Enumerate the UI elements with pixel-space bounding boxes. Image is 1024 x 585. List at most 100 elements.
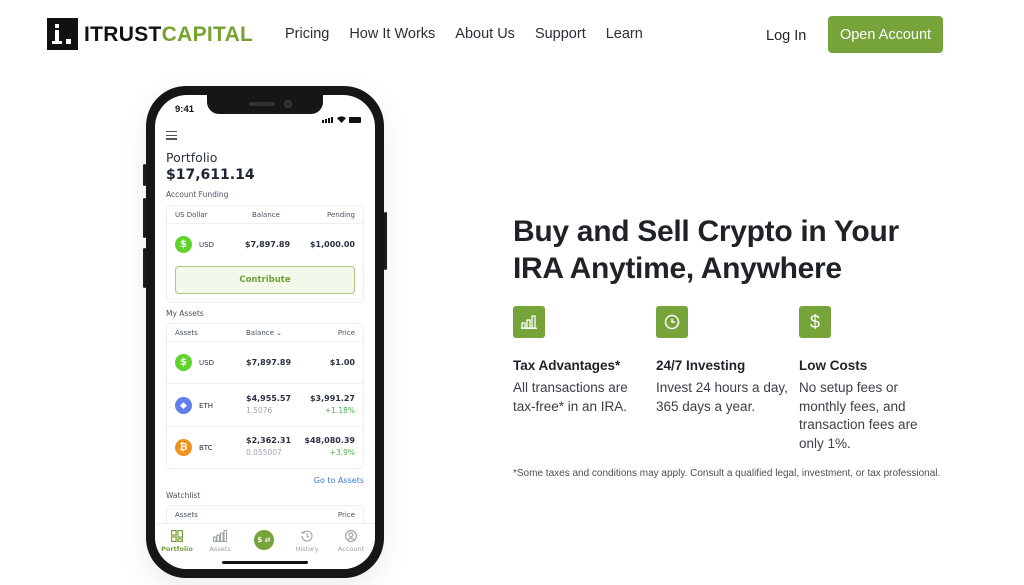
tab-label: Portfolio: [161, 545, 193, 553]
watchlist-label: Watchlist: [166, 491, 201, 500]
logo-mark-icon: [47, 18, 78, 50]
phone-mute-button: [143, 164, 146, 186]
header-us-dollar: US Dollar: [175, 211, 208, 219]
home-indicator: [222, 561, 308, 564]
funding-pending: $1,000.00: [309, 240, 355, 249]
header-price: Price: [337, 329, 355, 337]
asset-amount: 1.5076: [246, 406, 273, 415]
tab-history[interactable]: History: [287, 530, 327, 553]
hamburger-menu-icon[interactable]: [166, 131, 177, 142]
feature-tax-advantages: Tax Advantages* All transactions are tax…: [513, 306, 648, 416]
feature-desc: No setup fees or monthly fees, and trans…: [799, 380, 918, 451]
phone-mockup: 9:41 Portfolio $17,611.14 Account Fundin…: [143, 86, 387, 578]
tab-label: History: [295, 545, 319, 553]
feature-desc: Invest 24 hours a day, 365 days a year.: [656, 380, 788, 414]
header-balance-sort[interactable]: Balance ⌄: [246, 329, 282, 337]
site-header: ITRUSTCAPITAL Pricing How It Works About…: [0, 0, 1024, 70]
dollar-icon: $: [809, 312, 820, 332]
asset-price: $3,991.27: [309, 394, 355, 403]
coin-symbol: USD: [199, 241, 214, 249]
header-balance: Balance: [252, 211, 280, 219]
grid-icon: [171, 530, 183, 542]
usd-coin-icon: $: [175, 354, 192, 371]
tab-assets[interactable]: Assets: [200, 530, 240, 553]
asset-change: +3.9%: [329, 448, 355, 457]
status-icons: [322, 105, 361, 123]
account-funding-label: Account Funding: [166, 190, 229, 199]
feature-title: Tax Advantages*: [513, 358, 621, 373]
asset-price: $48,080.39: [304, 436, 355, 445]
signal-icon: [322, 105, 334, 123]
header-assets: Assets: [175, 511, 198, 519]
funding-table-header: US Dollar Balance Pending: [167, 206, 363, 224]
usd-coin-icon: $: [175, 236, 192, 253]
asset-row-eth[interactable]: ◆ ETH $4,955.57 1.5076 $3,991.27 +1.18%: [167, 384, 363, 427]
feature-desc: All transactions are tax-free* in an IRA…: [513, 380, 628, 414]
logo-text: ITRUSTCAPITAL: [84, 24, 253, 45]
asset-amount: 0.055007: [246, 448, 282, 457]
nav-about-us[interactable]: About Us: [455, 26, 515, 42]
nav-learn[interactable]: Learn: [606, 26, 643, 42]
contribute-button[interactable]: Contribute: [175, 266, 355, 294]
logo[interactable]: ITRUSTCAPITAL: [47, 18, 253, 50]
asset-price: $1.00: [329, 358, 355, 367]
phone-volume-down-button: [143, 248, 146, 288]
transfer-button[interactable]: $ ⇄: [254, 530, 274, 550]
coin-symbol: BTC: [199, 444, 213, 452]
eth-coin-icon: ◆: [175, 397, 192, 414]
main-nav: Pricing How It Works About Us Support Le…: [285, 26, 663, 42]
assets-table-header: Assets Balance ⌄ Price: [167, 324, 363, 342]
asset-balance: $4,955.57: [246, 394, 292, 403]
header-pending: Pending: [327, 211, 355, 219]
asset-row-btc[interactable]: ₿ BTC $2,362.31 0.055007 $48,080.39 +3.9…: [167, 427, 363, 469]
tab-portfolio[interactable]: Portfolio: [157, 530, 197, 553]
phone-notch: [207, 95, 323, 114]
transfer-icon: $ ⇄: [257, 536, 271, 544]
feature-title: Low Costs: [799, 358, 868, 373]
feature-247-investing: 24/7 Investing Invest 24 hours a day, 36…: [656, 306, 791, 416]
clock-icon: [664, 314, 680, 330]
go-to-assets-link[interactable]: Go to Assets: [314, 476, 364, 485]
logo-text-itrust: ITRUST: [84, 22, 162, 46]
tab-label: Assets: [209, 545, 231, 553]
status-time: 9:41: [175, 104, 195, 115]
feature-low-costs: $ Low Costs No setup fees or monthly fee…: [799, 306, 934, 453]
nav-support[interactable]: Support: [535, 26, 586, 42]
bar-chart-icon: [521, 315, 537, 329]
phone-screen: 9:41 Portfolio $17,611.14 Account Fundin…: [155, 95, 375, 569]
nav-pricing[interactable]: Pricing: [285, 26, 329, 42]
asset-change: +1.18%: [324, 406, 355, 415]
phone-volume-up-button: [143, 198, 146, 238]
funding-row-usd[interactable]: $ USD $7,897.89 $1,000.00: [167, 224, 363, 264]
tab-account[interactable]: Account: [331, 530, 371, 553]
portfolio-title: Portfolio: [166, 150, 218, 165]
account-funding-card: US Dollar Balance Pending $ USD $7,897.8…: [166, 205, 364, 303]
btc-coin-icon: ₿: [175, 439, 192, 456]
account-icon: [345, 530, 357, 542]
nav-how-it-works[interactable]: How It Works: [349, 26, 435, 42]
chevron-down-icon: ⌄: [276, 329, 283, 337]
hero-title: Buy and Sell Crypto in Your IRA Anytime,…: [513, 215, 899, 285]
portfolio-amount: $17,611.14: [166, 167, 255, 183]
disclaimer-text: *Some taxes and conditions may apply. Co…: [513, 468, 941, 479]
bar-chart-icon: [213, 530, 227, 542]
header-balance: Balance: [246, 329, 274, 337]
login-link[interactable]: Log In: [766, 28, 806, 44]
funding-balance: $7,897.89: [245, 240, 291, 249]
feature-title: 24/7 Investing: [656, 358, 746, 373]
coin-symbol: ETH: [199, 402, 213, 410]
feature-icon-box: [656, 306, 688, 338]
battery-icon: [349, 117, 361, 123]
header-assets: Assets: [175, 329, 198, 337]
history-icon: [301, 530, 313, 542]
feature-icon-box: $: [799, 306, 831, 338]
tab-label: Account: [337, 545, 365, 553]
wifi-icon: [337, 116, 346, 123]
asset-balance: $2,362.31: [246, 436, 292, 445]
phone-power-button: [384, 212, 387, 270]
coin-symbol: USD: [199, 359, 214, 367]
watchlist-table-header: Assets Price: [167, 506, 363, 524]
asset-row-usd[interactable]: $ USD $7,897.89 $1.00: [167, 342, 363, 384]
open-account-button[interactable]: Open Account: [828, 16, 943, 53]
header-price: Price: [337, 511, 355, 519]
